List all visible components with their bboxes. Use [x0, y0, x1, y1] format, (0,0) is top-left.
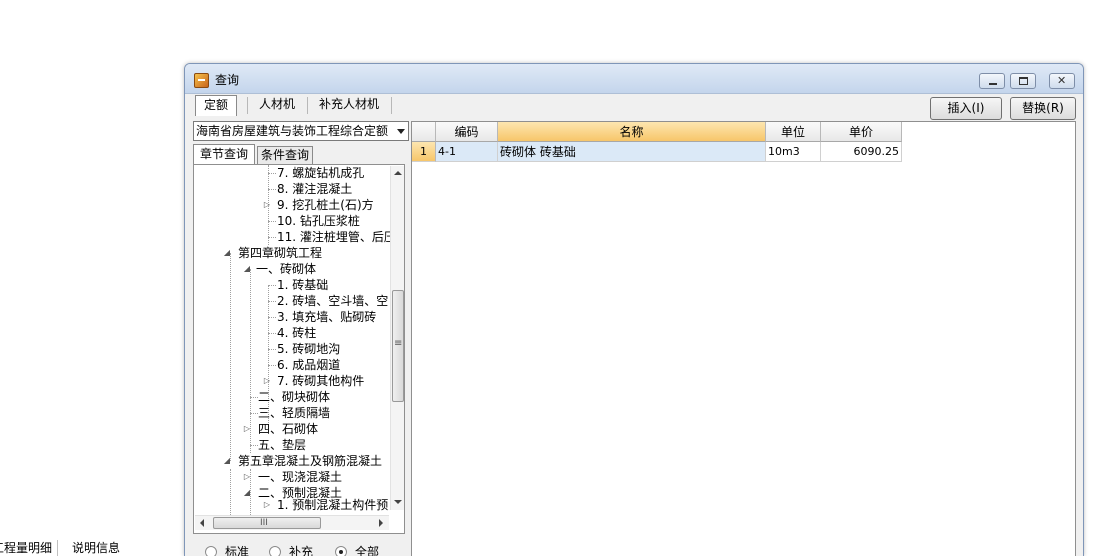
expand-arrow-icon[interactable]: ▷ — [242, 469, 252, 485]
tree-item[interactable]: 8. 灌注混凝土 — [277, 181, 352, 197]
column-header-name[interactable]: 名称 — [498, 122, 766, 142]
tree-item[interactable]: 7. 砖砌其他构件 — [277, 373, 364, 389]
collapse-arrow-icon[interactable]: ◢ — [222, 453, 232, 469]
radio-label: 补充 — [289, 545, 314, 556]
tab-supplement-labor-material-machine[interactable]: 补充人材机 — [309, 95, 389, 116]
query-mode-tabs: 章节查询 条件查询 — [193, 144, 409, 164]
tree-chapter-4[interactable]: 第四章砌筑工程 — [238, 245, 322, 261]
app-icon — [194, 73, 209, 88]
collapse-arrow-icon[interactable]: ◢ — [242, 261, 252, 277]
tree-chapter-5[interactable]: 第五章混凝土及钢筋混凝土 — [238, 453, 382, 469]
close-icon: ✕ — [1057, 74, 1067, 87]
cell-price[interactable]: 6090.25 — [821, 142, 902, 162]
tree-item[interactable]: 10. 钻孔压浆桩 — [277, 213, 360, 229]
replace-button[interactable]: 替换(R) — [1010, 97, 1076, 120]
scroll-left-icon[interactable] — [200, 519, 204, 527]
scroll-down-icon[interactable] — [394, 500, 402, 504]
tree-item[interactable]: 1. 砖基础 — [277, 277, 328, 293]
tree-item[interactable]: 7. 螺旋钻机成孔 — [277, 165, 364, 181]
cell-unit[interactable]: 10m3 — [766, 142, 821, 162]
column-header-price[interactable]: 单价 — [821, 122, 902, 142]
grip-icon: III — [260, 518, 268, 528]
expand-arrow-icon[interactable]: ▷ — [262, 197, 272, 213]
maximize-icon — [1019, 77, 1028, 85]
quota-library-select[interactable]: 海南省房屋建筑与装饰工程综合定额 — [193, 121, 409, 141]
tree-item[interactable]: 9. 挖孔桩土(石)方 — [277, 197, 374, 213]
collapse-arrow-icon[interactable]: ◢ — [222, 245, 232, 261]
query-dialog: 查询 ✕ 定额 人材机 补充人材机 插入(I) 替换(R) 海南省房屋建筑与装饰… — [184, 63, 1084, 556]
chevron-down-icon[interactable] — [397, 129, 405, 134]
radio-supplement[interactable]: 补充 — [269, 544, 329, 556]
tree-section[interactable]: 四、石砌体 — [258, 421, 318, 437]
dialog-title: 查询 — [215, 73, 240, 87]
tree-horizontal-scrollbar[interactable]: III — [195, 515, 389, 530]
tree-item[interactable]: 3. 填充墙、贴砌砖 — [277, 309, 376, 325]
scroll-up-icon[interactable] — [394, 171, 402, 175]
radio-circle[interactable] — [205, 546, 217, 556]
tab-labor-material-machine[interactable]: 人材机 — [249, 95, 305, 116]
radio-label: 全部 — [355, 545, 380, 556]
quota-library-value: 海南省房屋建筑与装饰工程综合定额 — [196, 124, 389, 138]
maximize-button[interactable] — [1010, 73, 1036, 89]
tab-chapter-query[interactable]: 章节查询 — [193, 144, 255, 164]
tab-quantity-detail[interactable]: 工程量明细 — [0, 540, 58, 556]
row-number[interactable]: 1 — [412, 142, 436, 162]
tab-condition-query[interactable]: 条件查询 — [257, 146, 313, 164]
radio-label: 标准 — [225, 545, 250, 556]
expand-arrow-icon[interactable]: ▷ — [242, 421, 252, 437]
collapse-arrow-icon[interactable]: ◢ — [242, 485, 252, 501]
minimize-icon — [989, 83, 997, 85]
vertical-scroll-thumb[interactable]: ≡ — [392, 290, 404, 402]
tree-item[interactable]: 11. 灌注桩埋管、后压 — [277, 229, 396, 245]
radio-standard[interactable]: 标准 — [205, 544, 265, 556]
quota-results-grid: 编码 名称 单位 单价 1 4-1 砖砌体 砖基础 10m3 6090.25 — [411, 121, 1076, 556]
expand-arrow-icon[interactable]: ▷ — [262, 497, 272, 513]
tree-section[interactable]: 二、砌块砌体 — [258, 389, 330, 405]
tab-description-info[interactable]: 说明信息 — [68, 540, 132, 556]
radio-circle[interactable] — [269, 546, 281, 556]
main-tabs: 定额 人材机 补充人材机 — [193, 95, 583, 117]
cell-name[interactable]: 砖砌体 砖基础 — [498, 142, 766, 162]
dialog-titlebar[interactable]: 查询 ✕ — [185, 64, 1083, 94]
tree-vertical-scrollbar[interactable]: ≡ — [390, 166, 404, 510]
tree-section[interactable]: 一、砖砌体 — [256, 261, 316, 277]
scroll-right-icon[interactable] — [379, 519, 383, 527]
horizontal-scroll-thumb[interactable]: III — [213, 517, 321, 529]
column-header-code[interactable]: 编码 — [436, 122, 498, 142]
cell-code[interactable]: 4-1 — [436, 142, 498, 162]
grip-icon: ≡ — [394, 338, 403, 349]
radio-circle[interactable] — [335, 546, 347, 556]
tree-item[interactable]: 2. 砖墙、空斗墙、空 — [277, 293, 388, 309]
column-header-unit[interactable]: 单位 — [766, 122, 821, 142]
tree-section[interactable]: 一、现浇混凝土 — [258, 469, 342, 485]
tree-item[interactable]: 5. 砖砌地沟 — [277, 341, 340, 357]
scope-radio-group: 标准 补充 全部 — [205, 544, 405, 556]
close-button[interactable]: ✕ — [1049, 73, 1075, 89]
background-bottom-tabs: 工程量明细 说明信息 — [0, 540, 190, 556]
minimize-button[interactable] — [979, 73, 1005, 89]
tree-section[interactable]: 五、垫层 — [258, 437, 306, 453]
chapter-tree: 7. 螺旋钻机成孔 8. 灌注混凝土 ▷ 9. 挖孔桩土(石)方 10. 钻孔压… — [193, 164, 405, 534]
tree-item[interactable]: 4. 砖柱 — [277, 325, 316, 341]
expand-arrow-icon[interactable]: ▷ — [262, 373, 272, 389]
radio-all[interactable]: 全部 — [335, 544, 395, 556]
tree-item[interactable]: 1. 预制混凝土构件预 — [277, 497, 388, 513]
grid-corner — [412, 122, 436, 142]
tree-item[interactable]: 6. 成品烟道 — [277, 357, 340, 373]
tab-quota[interactable]: 定额 — [195, 95, 237, 116]
insert-button[interactable]: 插入(I) — [930, 97, 1002, 120]
tree-section[interactable]: 三、轻质隔墙 — [258, 405, 330, 421]
